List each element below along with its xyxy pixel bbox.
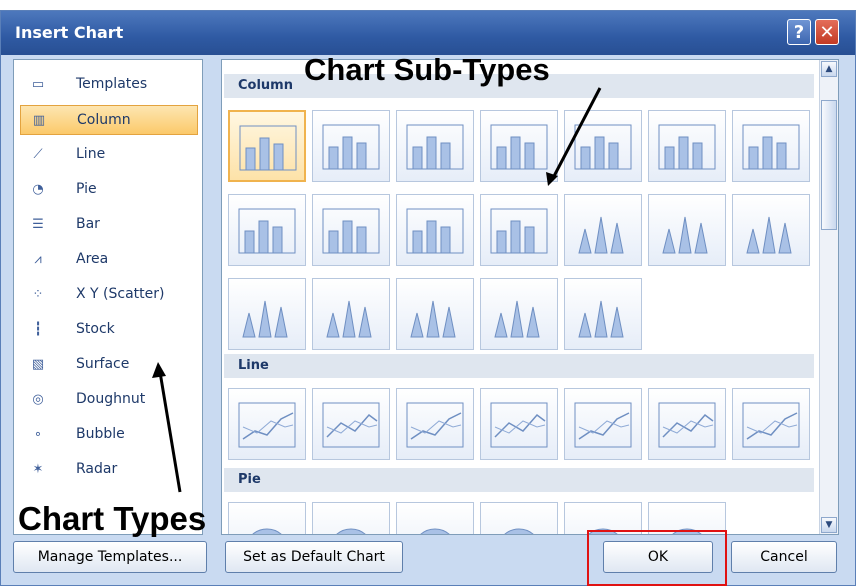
types-arrowhead	[152, 362, 166, 378]
subtypes-arrow	[550, 87, 602, 181]
types-annotation: Chart Types	[18, 500, 207, 537]
subtypes-annotation: Chart Sub-Types	[304, 52, 550, 87]
types-arrow	[158, 371, 182, 493]
